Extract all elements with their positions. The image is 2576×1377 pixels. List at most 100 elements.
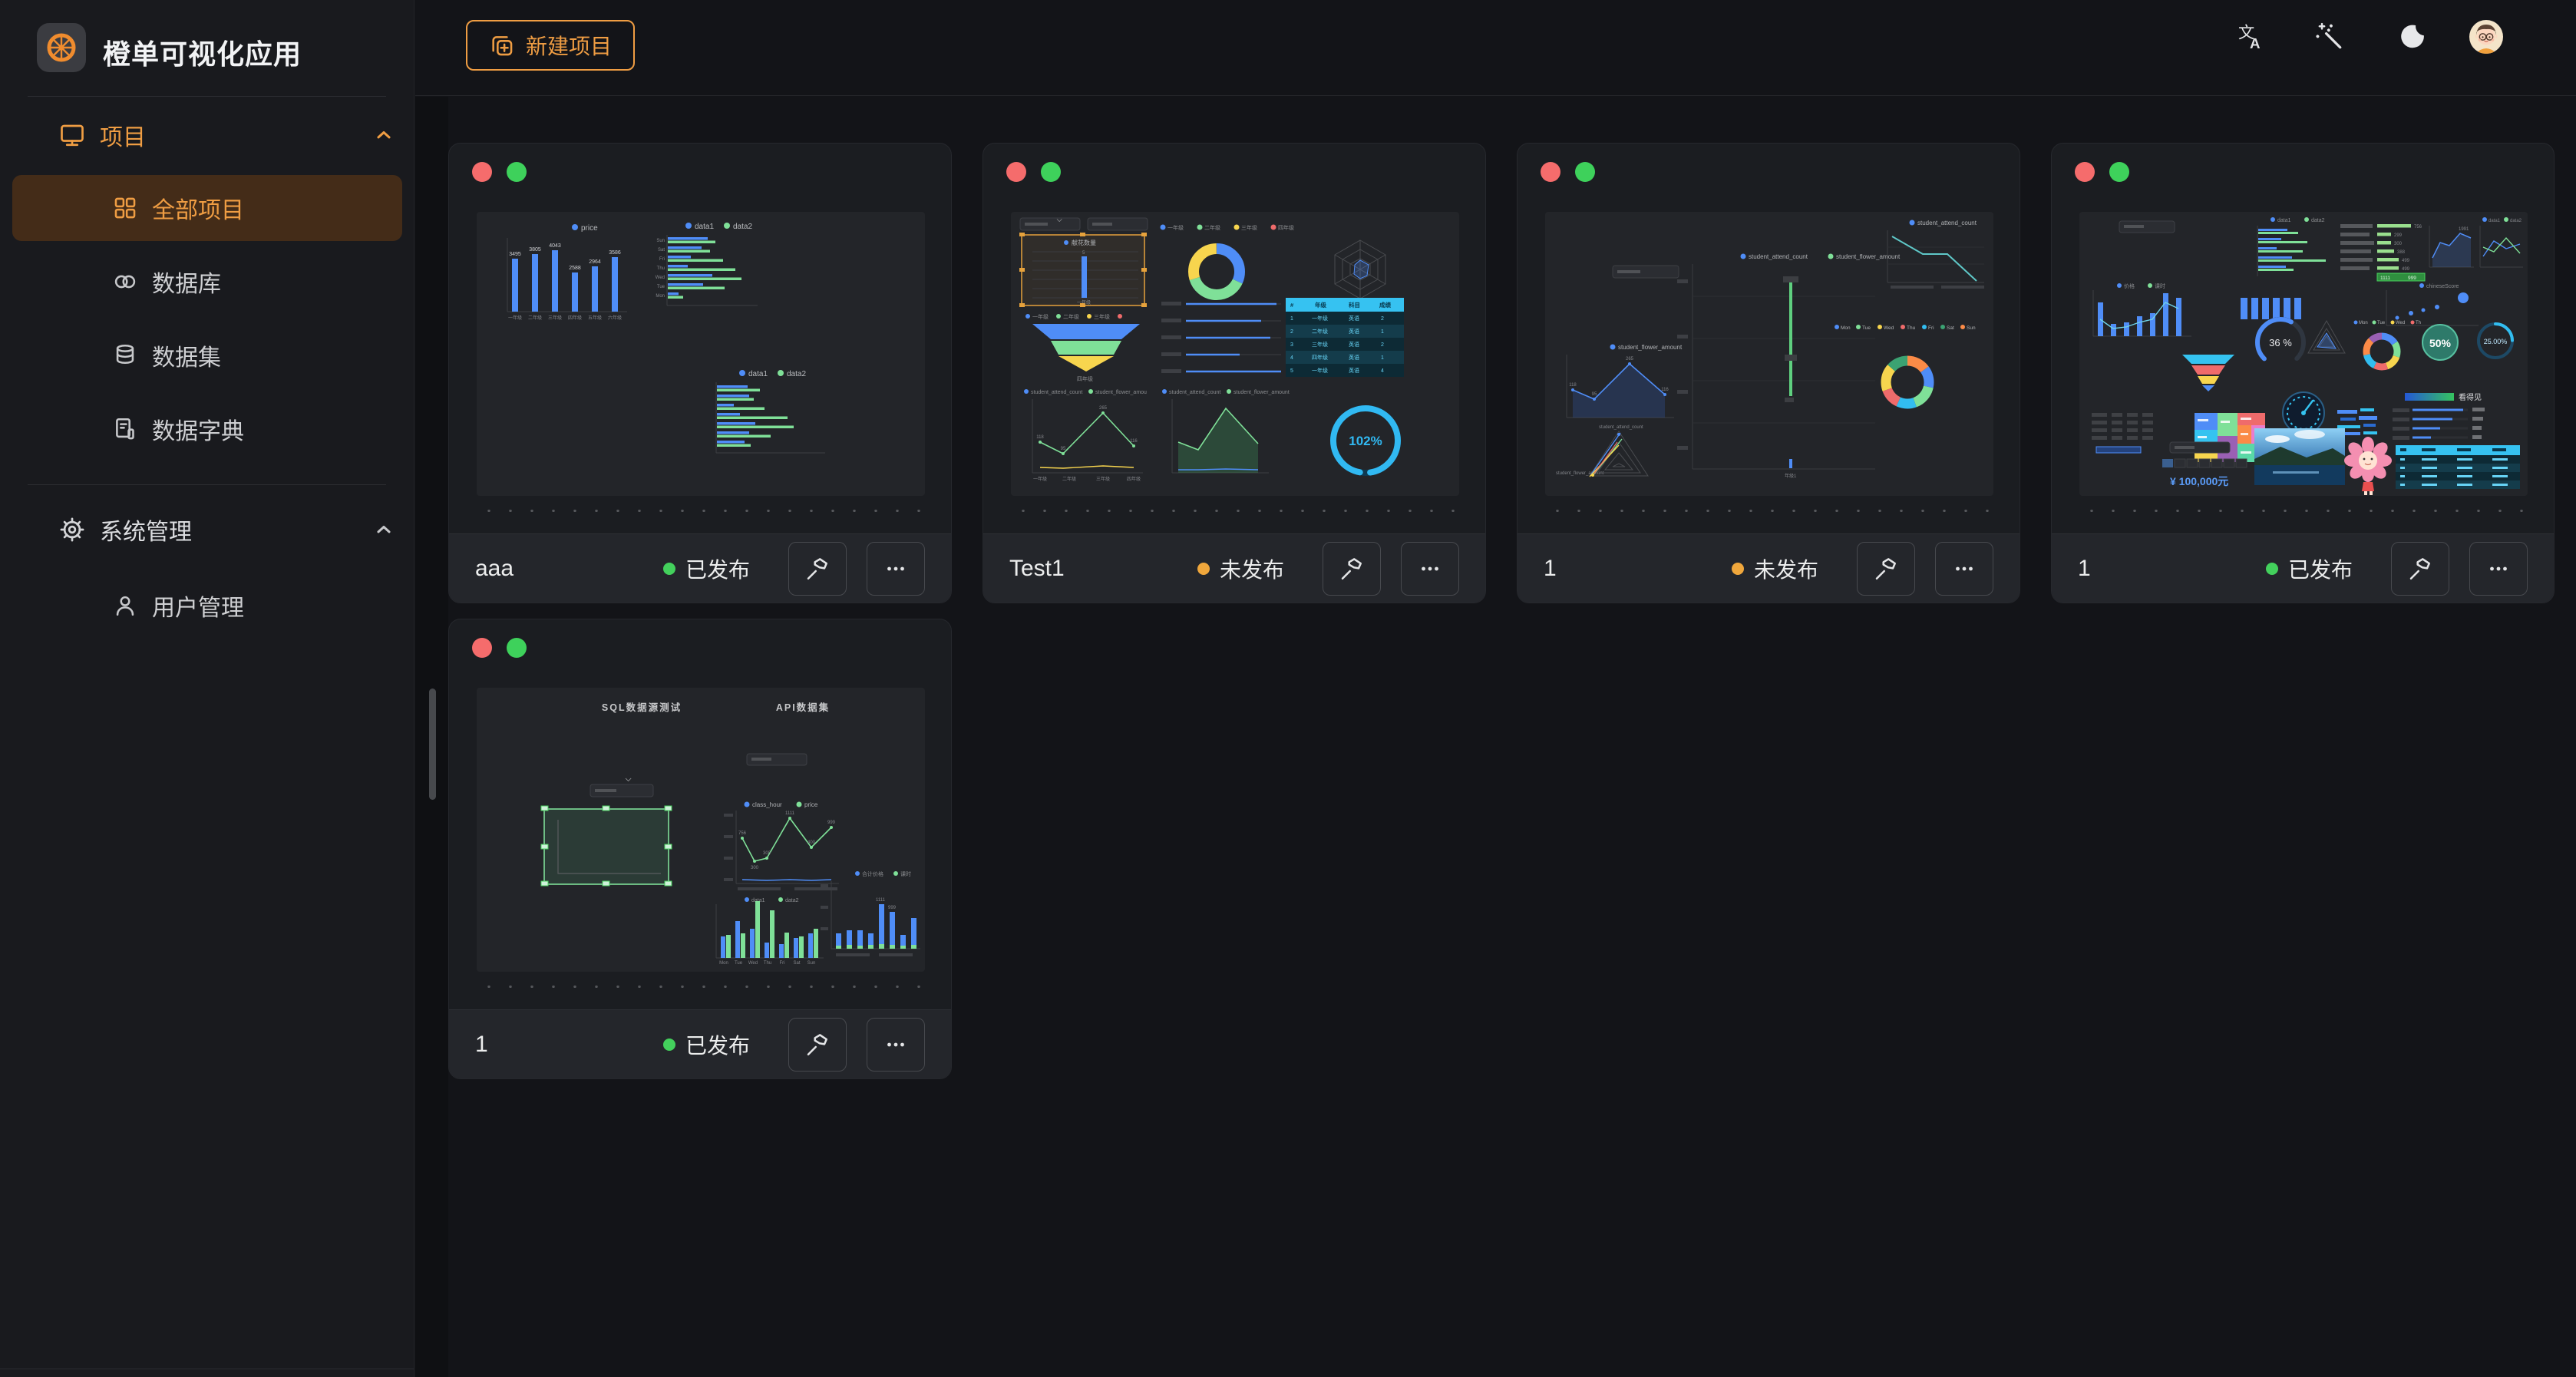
svg-text:Fri: Fri: [780, 961, 785, 966]
svg-text:756: 756: [2414, 225, 2422, 230]
status-badge: 未发布: [1197, 553, 1284, 584]
landscape-photo: [2254, 428, 2345, 485]
project-card-aaa[interactable]: price 3495 3805 4043 2588 2964 3586 一年级 …: [448, 143, 952, 603]
sidebar-item-label: 数据字典: [152, 412, 244, 446]
edit-build-button[interactable]: [2391, 542, 2449, 596]
svg-text:400: 400: [807, 840, 816, 845]
svg-text:二年级: 二年级: [1312, 328, 1328, 335]
sidebar-item-all-projects[interactable]: 全部项目: [12, 175, 402, 241]
project-title: Test1: [1009, 556, 1197, 582]
sidebar-item-databases[interactable]: 数据库: [12, 249, 402, 315]
sidebar-item-data-dictionary[interactable]: 数据字典: [12, 396, 402, 462]
svg-text:300: 300: [763, 851, 771, 856]
edit-build-button[interactable]: [1323, 542, 1381, 596]
green-dot-icon: [507, 162, 527, 182]
svg-text:Tue: Tue: [735, 961, 743, 966]
magic-wand-icon[interactable]: [2313, 20, 2346, 54]
svg-text:95: 95: [1061, 447, 1066, 451]
svg-text:265: 265: [1626, 357, 1634, 362]
user-icon: [112, 593, 138, 619]
donut-chart: Mon Tue Wed Th: [2354, 321, 2422, 368]
svg-text:三年级: 三年级: [1094, 313, 1110, 320]
project-thumbnail[interactable]: data1 data2 756 299 300: [2079, 212, 2528, 496]
edit-build-button[interactable]: [788, 542, 847, 596]
svg-text:英语: 英语: [1349, 367, 1359, 374]
gradient-legend: 看得见: [2405, 392, 2482, 402]
scrollbar-gutter: [415, 97, 448, 1377]
svg-text:2: 2: [1290, 329, 1293, 335]
project-thumbnail[interactable]: 献花数量 5 一年级 一年级 二年级 三年级 四年级: [1011, 212, 1459, 496]
status-label: 未发布: [1220, 553, 1284, 584]
sidebar-group-system[interactable]: 系统管理: [0, 502, 414, 557]
svg-text:data2: data2: [785, 898, 799, 903]
donut-chart: 一年级 二年级 三年级 四年级: [1161, 224, 1295, 295]
project-title: 1: [2078, 556, 2266, 582]
svg-text:student_attend_count: student_attend_count: [1031, 390, 1082, 395]
chevron-up-icon[interactable]: [373, 519, 395, 540]
project-card-test1[interactable]: 献花数量 5 一年级 一年级 二年级 三年级 四年级: [983, 143, 1486, 603]
svg-text:Mon: Mon: [2359, 321, 2368, 325]
project-thumbnail[interactable]: student_attend_count student_attend_coun…: [1545, 212, 1993, 496]
chevron-up-icon[interactable]: [373, 124, 395, 146]
more-actions-button[interactable]: [1935, 542, 1993, 596]
svg-text:四年级: 四年级: [568, 315, 582, 321]
project-card-1-published-dense[interactable]: data1 data2 756 299 300: [2051, 143, 2555, 603]
more-actions-button[interactable]: [867, 542, 925, 596]
project-title: aaa: [475, 556, 663, 582]
scrollbar-thumb[interactable]: [429, 688, 436, 800]
svg-text:499: 499: [2402, 267, 2410, 272]
project-thumbnail[interactable]: SQL数据源测试 API数据集 class_hour price: [477, 688, 925, 972]
edit-build-button[interactable]: [1857, 542, 1915, 596]
new-project-button[interactable]: 新建项目: [466, 20, 635, 71]
svg-text:2: 2: [1381, 342, 1384, 348]
svg-text:A: A: [2250, 35, 2261, 51]
link-icon: [112, 269, 138, 295]
sidebar-group-projects[interactable]: 项目: [0, 107, 414, 163]
svg-text:student_flower_amount: student_flower_amount: [1556, 471, 1604, 476]
dark-theme-moon-icon[interactable]: [2396, 20, 2429, 54]
svg-text:student_attend_count: student_attend_count: [1169, 390, 1220, 395]
edit-build-button[interactable]: [788, 1018, 847, 1072]
gauge-ring: 102%: [1328, 403, 1402, 477]
more-actions-button[interactable]: [867, 1018, 925, 1072]
language-icon[interactable]: 文 A: [2233, 20, 2267, 54]
hammer-icon: [1338, 555, 1366, 583]
mini-table: [2092, 413, 2153, 453]
dotted-separator: [1012, 510, 1456, 512]
panel-title: API数据集: [776, 702, 830, 713]
svg-text:价格: 价格: [2124, 282, 2135, 289]
svg-text:50%: 50%: [2429, 337, 2452, 349]
radar-chart: student_attend_count student_flower_amou…: [1556, 425, 1648, 477]
svg-text:3586: 3586: [609, 250, 621, 256]
svg-text:四年级: 四年级: [1127, 476, 1141, 482]
header: 新建项目 文 A: [415, 0, 2576, 96]
dotted-separator: [478, 986, 922, 988]
more-actions-button[interactable]: [2469, 542, 2528, 596]
project-card-1-published-sql[interactable]: SQL数据源测试 API数据集 class_hour price: [448, 619, 952, 1079]
svg-text:student_attend_count: student_attend_count: [1599, 425, 1643, 430]
project-card-1-unpublished[interactable]: student_attend_count student_attend_coun…: [1517, 143, 2020, 603]
more-actions-button[interactable]: [1401, 542, 1459, 596]
line-chart: student_attend_count student_flower_amou…: [1024, 389, 1147, 482]
sidebar-item-user-management[interactable]: 用户管理: [12, 573, 402, 639]
project-thumbnail[interactable]: price 3495 3805 4043 2588 2964 3586 一年级 …: [477, 212, 925, 496]
line-chart: student_flower_amount 118 95 265 116: [1567, 344, 1683, 418]
sidebar-item-datasets[interactable]: 数据集: [12, 322, 402, 388]
svg-text:999: 999: [827, 821, 836, 825]
svg-text:一年级: 一年级: [1167, 224, 1184, 231]
card-footer: 1 未发布: [1518, 533, 2020, 603]
monitor-icon: [58, 121, 86, 149]
svg-text:class_hour: class_hour: [752, 801, 782, 808]
area-chart: student_attend_count student_flower_amou…: [1162, 389, 1290, 473]
svg-text:999: 999: [888, 906, 897, 910]
svg-text:2964: 2964: [589, 259, 601, 265]
hammer-icon: [1872, 555, 1900, 583]
window-dots: [472, 162, 527, 182]
svg-text:二年级: 二年级: [1062, 476, 1076, 482]
svg-text:Wed: Wed: [748, 961, 758, 966]
panel-title: SQL数据源测试: [602, 702, 682, 713]
svg-text:献花数量: 献花数量: [1072, 239, 1096, 246]
mascot-character: [2344, 437, 2392, 495]
user-avatar[interactable]: [2469, 20, 2503, 54]
svg-text:Thu: Thu: [1907, 325, 1916, 331]
